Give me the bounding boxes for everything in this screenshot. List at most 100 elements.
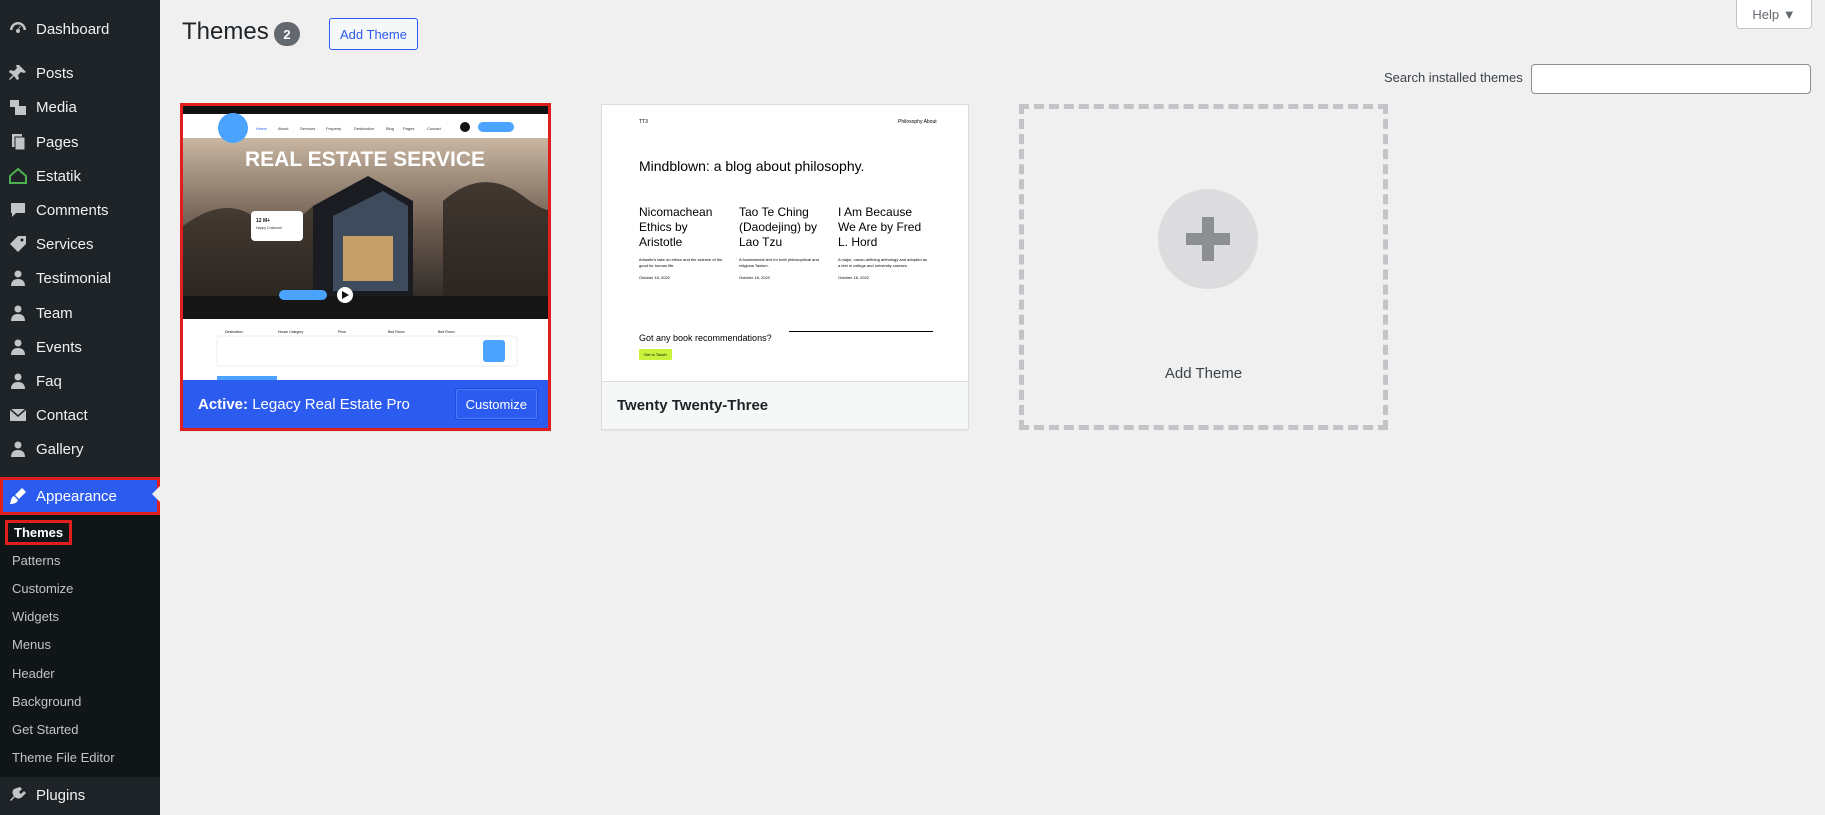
appearance-submenu: Themes Patterns Customize Widgets Menus …	[0, 515, 160, 777]
media-icon	[0, 97, 36, 117]
sidebar-item-comments[interactable]: Comments	[0, 193, 160, 227]
active-label: Active:	[198, 395, 249, 413]
preview-nav-0: Home	[256, 126, 267, 131]
active-theme-footer: Active: Legacy Real Estate Pro Customize	[183, 380, 548, 428]
sidebar-item-dashboard[interactable]: Dashboard	[0, 12, 160, 46]
tt3-post-title: Nicomachean Ethics by Aristotle	[639, 205, 713, 249]
tt3-post-excerpt: Aristotle's take on ethics and the scien…	[639, 257, 723, 268]
preview-nav-1: About	[278, 126, 289, 131]
tt3-post-date: October 18, 2022	[739, 275, 770, 280]
submenu-item-background[interactable]: Background	[12, 694, 81, 709]
preview-stat-sub: Happy Customer	[256, 226, 283, 230]
plus-icon	[1158, 189, 1258, 289]
theme-card-active[interactable]: REAL ESTATE SERVICE 12 M+ Happy Customer…	[180, 103, 551, 431]
preview-field-0: Destination	[225, 330, 243, 334]
submenu-item-menus[interactable]: Menus	[12, 637, 51, 652]
theme-card-twenty-twenty-three[interactable]: TT3 Philosophy About Mindblown: a blog a…	[601, 104, 969, 430]
tt3-divider	[789, 331, 933, 332]
sidebar-item-pages[interactable]: Pages	[0, 125, 160, 159]
submenu-item-patterns[interactable]: Patterns	[12, 553, 60, 568]
active-theme-title: Legacy Real Estate Pro	[252, 395, 410, 413]
sidebar-item-faq[interactable]: Faq	[0, 364, 160, 398]
admin-sidebar: Dashboard Posts Media Pages Estatik Comm…	[0, 0, 160, 815]
sidebar-item-media[interactable]: Media	[0, 90, 160, 124]
person-icon	[0, 303, 36, 323]
preview-nav-7: Contact	[427, 126, 442, 131]
tt3-cta-button: Get In Touch	[639, 349, 672, 360]
sidebar-item-events[interactable]: Events	[0, 330, 160, 364]
sidebar-item-plugins[interactable]: Plugins	[0, 778, 160, 812]
help-button[interactable]: Help ▼	[1736, 0, 1812, 29]
pages-icon	[0, 132, 36, 152]
tt3-cta-text: Got any book recommendations?	[639, 333, 772, 343]
sidebar-item-appearance[interactable]: Appearance	[0, 477, 160, 515]
pin-icon	[0, 63, 36, 83]
add-theme-label: Add Theme	[1164, 365, 1243, 382]
tt3-post-title: I Am Because We Are by Fred L. Hord	[838, 205, 922, 249]
brush-icon	[0, 486, 36, 506]
sidebar-item-label: Dashboard	[36, 20, 110, 38]
tt3-post-date: October 18, 2022	[838, 275, 869, 280]
preview-nav-6: Pages	[403, 126, 414, 131]
sidebar-item-label: Media	[36, 98, 77, 116]
add-theme-button[interactable]: Add Theme	[329, 18, 418, 50]
sidebar-item-gallery[interactable]: Gallery	[0, 432, 160, 466]
tag-icon	[0, 234, 36, 254]
sidebar-item-services[interactable]: Services	[0, 227, 160, 261]
sidebar-item-label: Team	[36, 304, 73, 322]
submenu-item-header[interactable]: Header	[12, 666, 55, 681]
person-icon	[0, 337, 36, 357]
preview-field-1: House Category	[278, 330, 304, 334]
preview-nav-5: Blog	[386, 126, 394, 131]
sidebar-item-team[interactable]: Team	[0, 296, 160, 330]
sidebar-item-label: Testimonial	[36, 269, 112, 287]
house-icon	[0, 166, 36, 186]
dashboard-icon	[0, 19, 36, 39]
preview-nav-3: Property	[326, 126, 341, 131]
submenu-item-theme-file-editor[interactable]: Theme File Editor	[12, 750, 115, 765]
sidebar-item-label: Comments	[36, 201, 109, 219]
tt3-post-excerpt: A major, canon-defining anthology and ad…	[838, 257, 927, 268]
add-new-theme-card[interactable]: Add Theme	[1019, 104, 1388, 430]
theme-screenshot[interactable]: TT3 Philosophy About Mindblown: a blog a…	[602, 105, 968, 383]
preview-stat: 12 M+	[256, 218, 270, 224]
sidebar-item-label: Services	[36, 235, 94, 253]
sidebar-item-label: Estatik	[36, 167, 82, 185]
preview-nav-2: Services	[300, 126, 315, 131]
customize-button[interactable]: Customize	[454, 388, 538, 420]
submenu-item-get-started[interactable]: Get Started	[12, 722, 78, 737]
page-title: Themes	[182, 18, 269, 45]
sidebar-item-label: Contact	[36, 406, 88, 424]
sidebar-item-estatik[interactable]: Estatik	[0, 159, 160, 193]
person-icon	[0, 371, 36, 391]
preview-field-2: Price	[338, 330, 346, 334]
sidebar-item-label: Pages	[36, 133, 79, 151]
preview-field-4: Bed Room	[438, 330, 455, 334]
person-icon	[0, 439, 36, 459]
sidebar-item-contact[interactable]: Contact	[0, 398, 160, 432]
search-installed-themes-input[interactable]	[1531, 64, 1811, 94]
submenu-item-widgets[interactable]: Widgets	[12, 609, 59, 624]
search-label: Search installed themes	[1384, 70, 1523, 85]
sidebar-item-label: Posts	[36, 64, 74, 82]
theme-screenshot[interactable]: REAL ESTATE SERVICE 12 M+ Happy Customer…	[183, 106, 548, 384]
real-estate-preview: REAL ESTATE SERVICE 12 M+ Happy Customer…	[183, 106, 548, 384]
tt3-logo: TT3	[639, 119, 648, 125]
theme-count-badge: 2	[274, 22, 300, 46]
active-theme-name: Active: Legacy Real Estate Pro	[183, 396, 410, 413]
submenu-item-customize[interactable]: Customize	[12, 581, 73, 596]
preview-field-3: Bed Room	[388, 330, 405, 334]
submenu-item-themes[interactable]: Themes	[5, 520, 73, 545]
person-icon	[0, 268, 36, 288]
mail-icon	[0, 405, 36, 425]
sidebar-item-label: Appearance	[36, 487, 117, 505]
tt3-post-excerpt: A fundamental text for both philosophica…	[739, 257, 819, 268]
tt3-nav: Philosophy About	[898, 119, 937, 125]
tt3-post-title: Tao Te Ching (Daodejing) by Lao Tzu	[739, 205, 818, 249]
sidebar-item-testimonial[interactable]: Testimonial	[0, 261, 160, 295]
tt3-headline: Mindblown: a blog about philosophy.	[639, 158, 865, 174]
comment-icon	[0, 200, 36, 220]
sidebar-item-label: Plugins	[36, 786, 86, 804]
tt3-post-date: October 18, 2022	[639, 275, 670, 280]
sidebar-item-posts[interactable]: Posts	[0, 56, 160, 90]
